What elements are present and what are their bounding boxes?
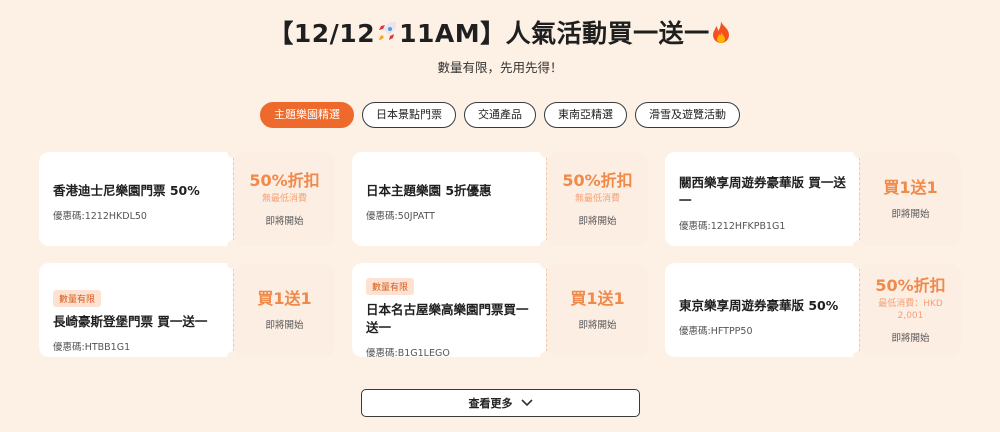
coupon-status: 即將開始 [578, 320, 617, 331]
coupon-status: 即將開始 [891, 209, 930, 220]
coupon-card[interactable]: 香港迪士尼樂園門票 50% 優惠碼:1212HKDL50 50%折扣 無最低消費… [39, 152, 335, 246]
coupon-card[interactable]: 數量有限 日本名古屋樂高樂園門票買一送一 優惠碼:B1G1LEGO 買1送1 即… [352, 263, 648, 357]
coupon-status: 即將開始 [265, 216, 304, 227]
coupon-deal: 買1送1 [883, 178, 938, 197]
coupon-min-spend: 最低消費：HKD 2,001 [878, 299, 943, 321]
coupon-name: 香港迪士尼樂園門票 50% [53, 183, 200, 198]
coupon-code: 優惠碼:HTBB1G1 [53, 342, 131, 353]
rocket-icon [375, 20, 399, 50]
coupon-card[interactable]: 關西樂享周遊券豪華版 買一送一 優惠碼:1212HFKPB1G1 買1送1 即將… [665, 152, 961, 246]
coupon-name: 日本名古屋樂高樂園門票買一送一 [366, 302, 529, 335]
coupon-card[interactable]: 日本主題樂園 5折優惠 優惠碼:50JPATT 50%折扣 無最低消費 即將開始 [352, 152, 648, 246]
tab-ski-tours[interactable]: 滑雪及遊覽活動 [635, 102, 740, 128]
limited-badge: 數量有限 [53, 290, 102, 307]
coupon-code: 優惠碼:HFTPP50 [679, 326, 753, 337]
coupon-status: 即將開始 [265, 320, 304, 331]
coupon-status: 即將開始 [891, 333, 930, 344]
limited-badge: 數量有限 [366, 278, 415, 295]
coupon-min-spend: 無最低消費 [261, 194, 307, 204]
coupon-deal: 買1送1 [570, 289, 625, 308]
coupon-name: 日本主題樂園 5折優惠 [366, 183, 492, 198]
coupon-card[interactable]: 數量有限 長崎豪斯登堡門票 買一送一 優惠碼:HTBB1G1 買1送1 即將開始 [39, 263, 335, 357]
coupon-status: 即將開始 [578, 216, 617, 227]
tab-southeast-asia[interactable]: 東南亞精選 [544, 102, 627, 128]
tab-transport[interactable]: 交通產品 [464, 102, 536, 128]
coupon-name: 長崎豪斯登堡門票 買一送一 [53, 314, 208, 329]
view-more-button[interactable]: 查看更多 [361, 389, 640, 417]
coupon-deal: 買1送1 [257, 289, 312, 308]
coupon-code: 優惠碼:B1G1LEGO [366, 348, 450, 357]
chevron-down-icon [520, 397, 533, 410]
subtitle: 數量有限，先用先得！ [437, 60, 563, 75]
coupon-min-spend: 無最低消費 [574, 194, 620, 204]
coupon-code: 優惠碼:50JPATT [366, 211, 435, 222]
tab-japan-attractions[interactable]: 日本景點門票 [362, 102, 456, 128]
coupon-deal: 50%折扣 [562, 171, 633, 190]
coupon-deal: 50%折扣 [875, 276, 946, 295]
title-text: 11AM】人氣活動買一送一 [399, 19, 710, 48]
coupon-name: 東京樂享周遊券豪華版 50% [679, 298, 839, 313]
coupon-card[interactable]: 東京樂享周遊券豪華版 50% 優惠碼:HFTPP50 50%折扣 最低消費：HK… [665, 263, 961, 357]
tab-theme-parks[interactable]: 主題樂園精選 [260, 102, 354, 128]
title-prefix: 【12/12 [268, 19, 376, 48]
coupon-deal: 50%折扣 [249, 171, 320, 190]
coupon-name: 關西樂享周遊券豪華版 買一送一 [679, 175, 846, 208]
fire-icon [710, 20, 732, 50]
view-more-label: 查看更多 [468, 397, 513, 410]
category-tabs: 主題樂園精選 日本景點門票 交通產品 東南亞精選 滑雪及遊覽活動 [0, 102, 1000, 128]
coupon-code: 優惠碼:1212HKDL50 [53, 211, 147, 222]
coupon-code: 優惠碼:1212HFKPB1G1 [679, 221, 786, 232]
page-title: 【12/12 11AM】人氣活動買一送一 [0, 14, 1000, 50]
